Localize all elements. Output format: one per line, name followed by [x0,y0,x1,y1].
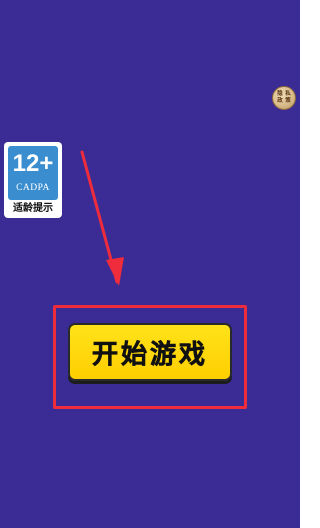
arrow-down-icon [80,150,124,286]
privacy-label-char: 隐 [277,91,283,97]
age-rating-org: CADPA [16,183,50,193]
privacy-label-char: 策 [285,98,291,104]
start-game-label: 开始游戏 [91,339,208,370]
privacy-label-char: 政 [277,98,283,104]
age-rating-caption: 适龄提示 [13,203,53,214]
start-game-button[interactable]: 开始游戏 [68,323,232,381]
game-launch-screen: 隐 私 政 策 12+ CADPA 适龄提示 开始游戏 [0,0,300,528]
age-rating-panel: 12+ CADPA [8,146,58,200]
privacy-policy-button[interactable]: 隐 私 政 策 [272,86,296,110]
age-rating-badge[interactable]: 12+ CADPA 适龄提示 [4,142,62,218]
age-rating-number: 12+ [12,150,54,177]
privacy-label-char: 私 [285,91,291,97]
